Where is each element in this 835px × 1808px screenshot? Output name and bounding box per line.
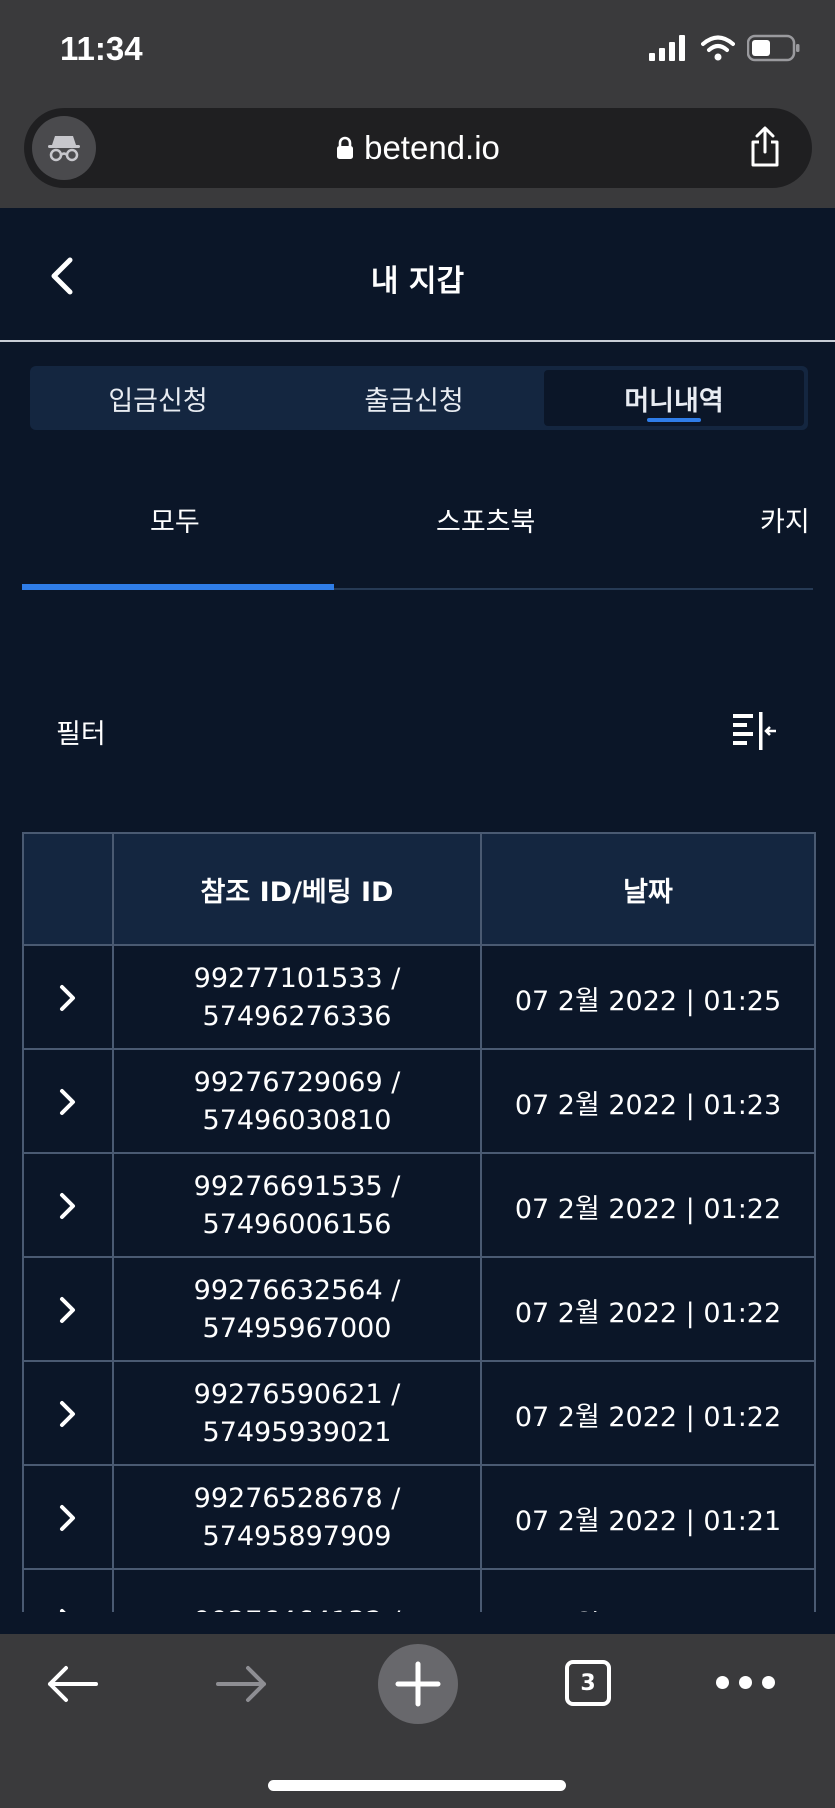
battery-icon <box>747 34 800 62</box>
table-row[interactable]: 99276464132 / 07 2월 2022 | 01:21 <box>24 1568 814 1612</box>
tabs-button[interactable]: 3 <box>565 1660 611 1706</box>
bet-id: 57495897909 <box>202 1521 392 1552</box>
segment-active-indicator <box>647 418 701 422</box>
url-text: betend.io <box>364 129 500 166</box>
tab-all[interactable]: 모두 <box>150 500 200 539</box>
date-cell: 07 2월 2022 | 01:25 <box>514 985 782 1017</box>
bet-id: 57495967000 <box>202 1313 392 1344</box>
date-cell: 07 2월 2022 | 01:23 <box>514 1089 782 1121</box>
bet-id: 57496006156 <box>202 1209 392 1240</box>
ref-bet-id-cell: 99277101533 / 57496276336 <box>114 946 482 1050</box>
table-header-row: 참조 ID/베팅 ID 날짜 <box>24 832 814 944</box>
ref-id: 99276632564 / <box>193 1275 401 1306</box>
chevron-right-icon[interactable] <box>58 1191 78 1221</box>
table-row[interactable]: 99276691535 / 57496006156 07 2월 2022 | 01:… <box>24 1152 814 1258</box>
segment-deposit-request[interactable]: 입금신청 <box>30 366 286 430</box>
table-row[interactable]: 99277101533 / 57496276336 07 2월 2022 | 01:… <box>24 944 814 1050</box>
expand-cell[interactable] <box>24 1362 114 1466</box>
page-title: 내 지갑 <box>370 264 465 299</box>
expand-cell[interactable] <box>24 1466 114 1570</box>
new-tab-plus-icon[interactable] <box>378 1644 458 1724</box>
url-display[interactable]: betend.io <box>24 108 812 188</box>
bet-id: 57495939021 <box>202 1417 392 1448</box>
chevron-right-icon[interactable] <box>58 1087 78 1117</box>
category-tabs: 모두 스포츠북 카지 <box>22 470 813 590</box>
browser-toolbar: 3 <box>0 1634 835 1808</box>
forward-arrow-icon[interactable] <box>214 1664 270 1708</box>
ref-id: 99276729069 / <box>193 1067 401 1098</box>
expand-cell[interactable] <box>24 1050 114 1154</box>
chevron-right-icon[interactable] <box>58 1399 78 1429</box>
segment-label: 입금신청 <box>108 385 208 417</box>
page-header: 내 지갑 <box>0 208 835 342</box>
table-row[interactable]: 99276528678 / 57495897909 07 2월 2022 | 01:… <box>24 1464 814 1570</box>
wallet-segmented-control: 입금신청 출금신청 머니내역 <box>30 366 808 430</box>
lock-icon <box>337 136 354 159</box>
date-cell: 07 2월 2022 | 01:22 <box>514 1297 782 1329</box>
segment-label: 머니내역 <box>624 385 724 417</box>
money-history-table: 참조 ID/베팅 ID 날짜 99277101533 / 57496276336 0… <box>22 832 816 1612</box>
ref-bet-id-cell: 99276590621 / 57495939021 <box>114 1362 482 1466</box>
date-cell: 07 2월 2022 | 01:22 <box>514 1193 782 1225</box>
more-options-icon[interactable] <box>716 1676 775 1689</box>
home-indicator <box>268 1780 566 1791</box>
chevron-right-icon[interactable] <box>58 1607 78 1612</box>
header-date: 날짜 <box>623 876 673 908</box>
date-cell: 07 2월 2022 | 01:21 <box>514 1505 782 1537</box>
address-bar[interactable]: betend.io <box>24 108 812 188</box>
filter-toggle-icon[interactable] <box>730 710 780 758</box>
share-icon[interactable] <box>748 126 782 172</box>
expand-cell[interactable] <box>24 1154 114 1258</box>
segment-money-history[interactable]: 머니내역 <box>544 370 804 426</box>
table-row[interactable]: 99276632564 / 57495967000 07 2월 2022 | 01:… <box>24 1256 814 1362</box>
ref-id: 99276691535 / <box>193 1171 401 1202</box>
ref-bet-id-cell: 99276632564 / 57495967000 <box>114 1258 482 1362</box>
ref-bet-id-cell: 99276691535 / 57496006156 <box>114 1154 482 1258</box>
bet-id: 57496276336 <box>202 1001 392 1032</box>
chevron-right-icon[interactable] <box>58 983 78 1013</box>
expand-cell[interactable] <box>24 946 114 1050</box>
ref-id: 99277101533 / <box>193 963 401 994</box>
ref-bet-id-cell: 99276464132 / <box>114 1570 482 1612</box>
table-row[interactable]: 99276729069 / 57496030810 07 2월 2022 | 01:… <box>24 1048 814 1154</box>
bet-id: 57496030810 <box>202 1105 392 1136</box>
tab-active-indicator <box>22 584 334 590</box>
segment-label: 출금신청 <box>364 385 464 417</box>
tab-sportsbook[interactable]: 스포츠북 <box>436 500 535 539</box>
wifi-icon <box>701 35 735 61</box>
date-cell: 07 2월 2022 | 01:22 <box>514 1401 782 1433</box>
tab-casino[interactable]: 카지 <box>760 500 810 539</box>
date-cell: 07 2월 2022 | 01:21 <box>482 1570 814 1613</box>
segment-withdraw-request[interactable]: 출금신청 <box>286 366 542 430</box>
ref-bet-id-cell: 99276729069 / 57496030810 <box>114 1050 482 1154</box>
header-expand-cell <box>24 834 114 944</box>
ref-bet-id-cell: 99276528678 / 57495897909 <box>114 1466 482 1570</box>
status-icons <box>649 34 801 62</box>
table-row[interactable]: 99276590621 / 57495939021 07 2월 2022 | 01:… <box>24 1360 814 1466</box>
back-arrow-icon[interactable] <box>44 1664 100 1708</box>
status-bar: 11:34 <box>0 0 835 104</box>
tab-count: 3 <box>580 1670 596 1696</box>
ref-id: 99276590621 / <box>193 1379 401 1410</box>
filter-label: 필터 <box>56 719 106 750</box>
chevron-right-icon[interactable] <box>58 1295 78 1325</box>
ref-id: 99276528678 / <box>193 1483 401 1514</box>
expand-cell[interactable] <box>24 1258 114 1362</box>
expand-cell[interactable] <box>24 1570 114 1612</box>
ref-id: 99276464132 / <box>194 1603 401 1612</box>
chevron-right-icon[interactable] <box>58 1503 78 1533</box>
browser-url-area: betend.io <box>0 104 835 208</box>
status-time: 11:34 <box>60 30 143 67</box>
header-ref-bet-id: 참조 ID/베팅 ID <box>114 834 482 944</box>
signal-icon <box>649 35 685 61</box>
